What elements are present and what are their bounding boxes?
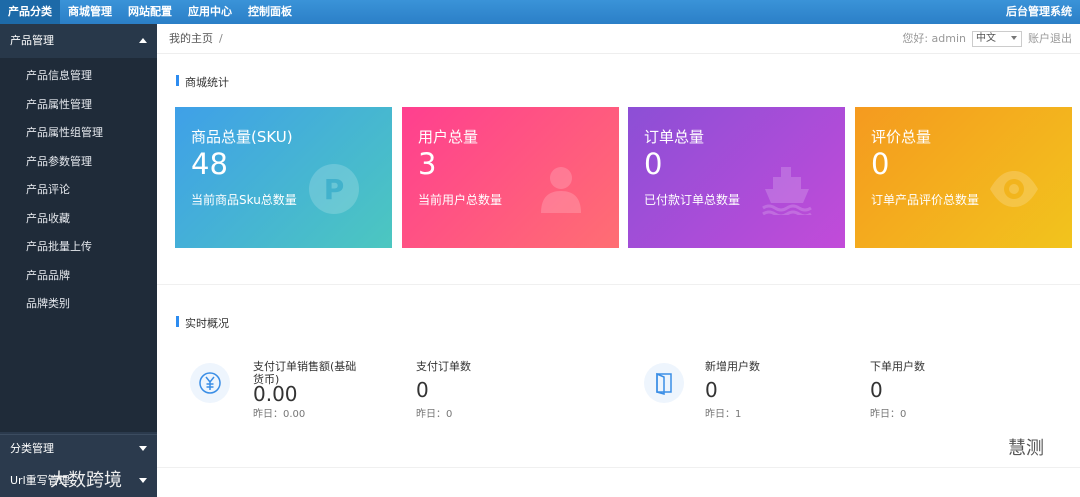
chevron-up-icon xyxy=(139,38,147,43)
breadcrumb-home[interactable]: 我的主页 xyxy=(169,32,213,45)
logout-link[interactable]: 账户退出 xyxy=(1028,24,1072,54)
card-title: 用户总量 xyxy=(418,128,479,146)
card-order-total[interactable]: 订单总量 0 已付款订单总数量 xyxy=(628,107,845,248)
top-nav: 产品分类 商城管理 网站配置 应用中心 控制面板 xyxy=(0,0,300,24)
door-icon xyxy=(644,363,684,403)
card-review-total[interactable]: 评价总量 0 订单产品评价总数量 xyxy=(855,107,1072,248)
chevron-down-icon xyxy=(139,446,147,451)
card-subtitle: 当前商品Sku总数量 xyxy=(191,193,297,207)
section-title-mall-stats: 商城统计 xyxy=(176,74,229,90)
sidebar-item-product-favorites[interactable]: 产品收藏 xyxy=(0,205,157,234)
stat-label-ordering-users: 下单用户数 xyxy=(870,360,925,373)
ship-icon xyxy=(762,167,812,215)
sidebar: 产品管理 产品信息管理 产品属性管理 产品属性组管理 产品参数管理 产品评论 产… xyxy=(0,24,157,497)
card-sku-total[interactable]: 商品总量(SKU) 48 当前商品Sku总数量 P xyxy=(175,107,392,248)
card-subtitle: 当前用户总数量 xyxy=(418,193,503,207)
sidebar-item-product-params[interactable]: 产品参数管理 xyxy=(0,148,157,177)
top-navbar: 产品分类 商城管理 网站配置 应用中心 控制面板 后台管理系统 xyxy=(0,0,1080,24)
sidebar-group-label: 分类管理 xyxy=(10,442,54,455)
stat-label-paid-orders: 支付订单数 xyxy=(416,360,471,373)
stat-value-ordering-users: 0 xyxy=(870,378,883,402)
watermark-right: 慧测 xyxy=(1008,438,1044,459)
stat-label-new-users: 新增用户数 xyxy=(705,360,760,373)
card-value: 48 xyxy=(191,147,228,181)
stat-prev-sales: 昨日：0.00 xyxy=(253,409,306,420)
section-divider xyxy=(157,284,1080,285)
card-value: 3 xyxy=(418,147,437,181)
sidebar-item-bulk-upload[interactable]: 产品批量上传 xyxy=(0,233,157,262)
nav-site-config[interactable]: 网站配置 xyxy=(120,0,180,24)
main-content: 我的主页 / 您好: admin 中文 账户退出 商城统计 商品总量(SKU) 4… xyxy=(157,24,1080,497)
sidebar-item-product-attr[interactable]: 产品属性管理 xyxy=(0,91,157,120)
user-icon xyxy=(541,167,581,213)
language-value: 中文 xyxy=(976,33,996,44)
sidebar-item-product-reviews[interactable]: 产品评论 xyxy=(0,176,157,205)
sidebar-item-product-info[interactable]: 产品信息管理 xyxy=(0,62,157,91)
card-subtitle: 订单产品评价总数量 xyxy=(871,193,980,207)
card-subtitle: 已付款订单总数量 xyxy=(644,193,741,207)
card-user-total[interactable]: 用户总量 3 当前用户总数量 xyxy=(402,107,619,248)
chevron-down-icon xyxy=(139,478,147,483)
parking-icon: P xyxy=(309,164,359,214)
card-value: 0 xyxy=(644,147,663,181)
stat-prev-ordering-users: 昨日：0 xyxy=(870,409,907,420)
nav-mall-management[interactable]: 商城管理 xyxy=(60,0,120,24)
watermark-left: 大数跨境 xyxy=(50,470,122,491)
sidebar-item-brands[interactable]: 产品品牌 xyxy=(0,262,157,291)
breadcrumb: 我的主页 / xyxy=(169,24,223,54)
sidebar-group-label: 产品管理 xyxy=(10,34,54,47)
stat-value-paid-orders: 0 xyxy=(416,378,429,402)
eye-icon xyxy=(990,171,1038,207)
sidebar-submenu: 产品信息管理 产品属性管理 产品属性组管理 产品参数管理 产品评论 产品收藏 产… xyxy=(0,58,157,432)
stat-prev-paid-orders: 昨日：0 xyxy=(416,409,453,420)
language-select[interactable]: 中文 xyxy=(972,31,1022,47)
header-bar: 我的主页 / 您好: admin 中文 账户退出 xyxy=(157,24,1080,54)
card-title: 评价总量 xyxy=(871,128,932,146)
nav-app-center[interactable]: 应用中心 xyxy=(180,0,240,24)
system-title: 后台管理系统 xyxy=(1006,5,1072,18)
card-title: 订单总量 xyxy=(644,128,705,146)
nav-control-panel[interactable]: 控制面板 xyxy=(240,0,300,24)
section-divider xyxy=(157,467,1080,468)
chevron-down-icon xyxy=(1011,36,1017,40)
section-title-realtime: 实时概况 xyxy=(176,315,229,331)
sidebar-group-product[interactable]: 产品管理 xyxy=(0,24,157,58)
svg-text:P: P xyxy=(324,173,345,206)
stat-value-new-users: 0 xyxy=(705,378,718,402)
currency-yen-icon xyxy=(190,363,230,403)
sidebar-group-category[interactable]: 分类管理 xyxy=(0,434,157,462)
sidebar-item-product-attr-group[interactable]: 产品属性组管理 xyxy=(0,119,157,148)
nav-product-category[interactable]: 产品分类 xyxy=(0,0,60,24)
stat-value-sales: 0.00 xyxy=(253,382,298,406)
breadcrumb-separator: / xyxy=(219,32,223,45)
card-value: 0 xyxy=(871,147,890,181)
sidebar-item-brand-categories[interactable]: 品牌类别 xyxy=(0,290,157,319)
card-title: 商品总量(SKU) xyxy=(191,128,293,146)
user-area: 您好: admin 中文 账户退出 xyxy=(902,24,1072,54)
stat-prev-new-users: 昨日：1 xyxy=(705,409,742,420)
greeting-text: 您好: admin xyxy=(902,32,966,45)
